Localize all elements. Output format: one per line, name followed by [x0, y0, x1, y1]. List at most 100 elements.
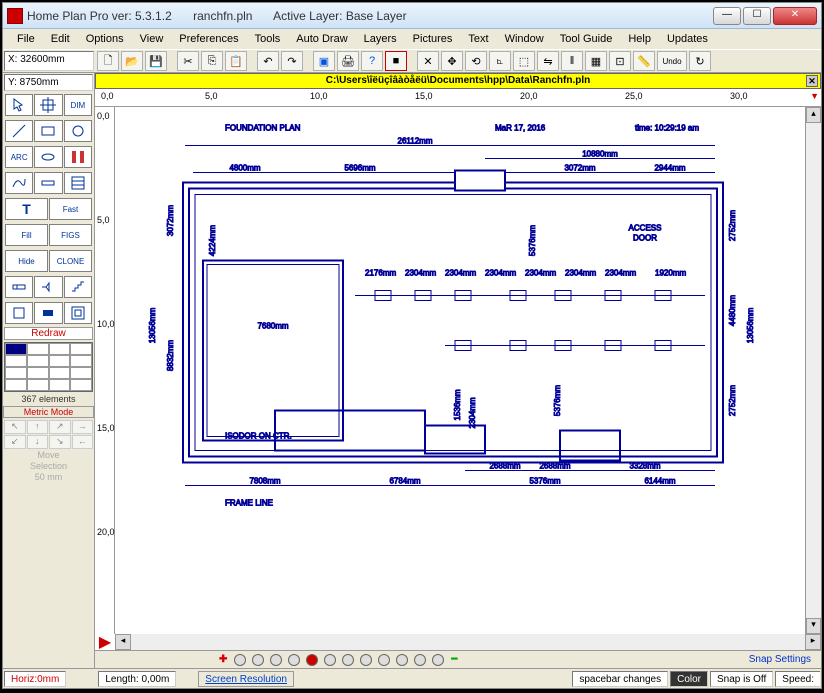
- tool-window[interactable]: [34, 276, 62, 298]
- tool-stairs[interactable]: [64, 276, 92, 298]
- tool-print[interactable]: 🖨: [337, 51, 359, 71]
- tool-misc3[interactable]: [64, 302, 92, 324]
- move-w[interactable]: ←: [72, 435, 94, 449]
- opt1[interactable]: [234, 654, 246, 666]
- menu-layers[interactable]: Layers: [356, 31, 405, 47]
- menu-updates[interactable]: Updates: [659, 31, 716, 47]
- tool-misc2[interactable]: [34, 302, 62, 324]
- tool-rotate[interactable]: ⟲: [465, 51, 487, 71]
- redraw-button[interactable]: Redraw: [4, 327, 93, 340]
- filebar-close[interactable]: ✕: [806, 75, 818, 87]
- tool-angle[interactable]: ⦜: [489, 51, 511, 71]
- tool-align[interactable]: ‖: [561, 51, 583, 71]
- menu-text[interactable]: Text: [460, 31, 496, 47]
- status-color[interactable]: Color: [670, 671, 708, 687]
- tool-line[interactable]: [5, 120, 33, 142]
- scroll-up[interactable]: ▴: [806, 107, 821, 123]
- scroll-left[interactable]: ◂: [115, 634, 131, 650]
- move-se[interactable]: ↘: [49, 435, 71, 449]
- status-screen[interactable]: Screen Resolution: [198, 671, 294, 687]
- tool-rect[interactable]: [34, 120, 62, 142]
- tool-undo[interactable]: ↶: [257, 51, 279, 71]
- tool-dim[interactable]: DIM: [64, 94, 92, 116]
- dec-button[interactable]: ━: [451, 654, 457, 665]
- tool-pointer[interactable]: [5, 94, 33, 116]
- menu-pictures[interactable]: Pictures: [405, 31, 461, 47]
- opt3[interactable]: [270, 654, 282, 666]
- tool-grid[interactable]: ▦: [585, 51, 607, 71]
- tool-help[interactable]: ?: [361, 51, 383, 71]
- opt5[interactable]: [306, 654, 318, 666]
- move-s[interactable]: ↓: [27, 435, 49, 449]
- tool-view[interactable]: ▣: [313, 51, 335, 71]
- move-e[interactable]: →: [72, 420, 94, 434]
- tool-target[interactable]: [34, 94, 62, 116]
- move-sw[interactable]: ↙: [4, 435, 26, 449]
- tool-door[interactable]: [5, 276, 33, 298]
- tool-misc1[interactable]: [5, 302, 33, 324]
- tool-copy[interactable]: ⎘: [201, 51, 223, 71]
- tool-arc[interactable]: ARC: [5, 146, 33, 168]
- tool-ellipse[interactable]: [34, 146, 62, 168]
- tool-text-big[interactable]: T: [5, 198, 48, 220]
- close-button[interactable]: ✕: [773, 7, 817, 25]
- opt2[interactable]: [252, 654, 264, 666]
- tool-open[interactable]: 📂: [121, 51, 143, 71]
- tool-snap[interactable]: ⊡: [609, 51, 631, 71]
- tool-curve[interactable]: [5, 172, 33, 194]
- tool-figs[interactable]: FIGS: [49, 224, 92, 246]
- menu-file[interactable]: File: [9, 31, 43, 47]
- tool-text-fast[interactable]: Fast: [49, 198, 92, 220]
- tool-cut[interactable]: ✂: [177, 51, 199, 71]
- tool-undo-label[interactable]: Undo: [657, 51, 687, 71]
- menu-toolguide[interactable]: Tool Guide: [552, 31, 621, 47]
- tool-redo[interactable]: ↷: [281, 51, 303, 71]
- opt6[interactable]: [324, 654, 336, 666]
- scrollbar-vertical[interactable]: ▴ ▾: [805, 107, 821, 634]
- tool-circle[interactable]: [64, 120, 92, 142]
- tool-fill[interactable]: Fill: [5, 224, 48, 246]
- tool-delete[interactable]: ✕: [417, 51, 439, 71]
- tool-paste[interactable]: 📋: [225, 51, 247, 71]
- maximize-button[interactable]: ☐: [743, 7, 771, 25]
- tool-select[interactable]: ⬚: [513, 51, 535, 71]
- menu-view[interactable]: View: [132, 31, 172, 47]
- tool-redo2[interactable]: ↻: [689, 51, 711, 71]
- move-n[interactable]: ↑: [27, 420, 49, 434]
- move-nw[interactable]: ↖: [4, 420, 26, 434]
- opt10[interactable]: [396, 654, 408, 666]
- opt7[interactable]: [342, 654, 354, 666]
- color-palette[interactable]: [4, 342, 93, 392]
- tool-hatch[interactable]: [64, 172, 92, 194]
- tool-stop[interactable]: ■: [385, 51, 407, 71]
- scroll-right[interactable]: ▸: [805, 634, 821, 650]
- opt8[interactable]: [360, 654, 372, 666]
- scrollbar-horizontal[interactable]: [131, 634, 805, 650]
- tool-pattern[interactable]: [64, 146, 92, 168]
- move-ne[interactable]: ↗: [49, 420, 71, 434]
- minimize-button[interactable]: —: [713, 7, 741, 25]
- snap-settings-link[interactable]: Snap Settings: [749, 654, 811, 665]
- tool-clone[interactable]: CLONE: [49, 250, 92, 272]
- menu-preferences[interactable]: Preferences: [171, 31, 246, 47]
- tool-move[interactable]: ✥: [441, 51, 463, 71]
- tool-new[interactable]: 🗋: [97, 51, 119, 71]
- tool-measure[interactable]: 📏: [633, 51, 655, 71]
- tool-wall[interactable]: [34, 172, 62, 194]
- menu-autodraw[interactable]: Auto Draw: [288, 31, 355, 47]
- menu-window[interactable]: Window: [497, 31, 552, 47]
- tool-save[interactable]: 💾: [145, 51, 167, 71]
- inc-button[interactable]: ✚: [219, 654, 227, 665]
- opt12[interactable]: [432, 654, 444, 666]
- tool-mirror[interactable]: ⇋: [537, 51, 559, 71]
- tool-hide[interactable]: Hide: [5, 250, 48, 272]
- menu-tools[interactable]: Tools: [247, 31, 289, 47]
- menu-options[interactable]: Options: [78, 31, 132, 47]
- drawing-canvas[interactable]: FOUNDATION PLAN MaR 17, 2016 time: 10:29…: [115, 107, 805, 634]
- opt11[interactable]: [414, 654, 426, 666]
- menu-edit[interactable]: Edit: [43, 31, 78, 47]
- opt9[interactable]: [378, 654, 390, 666]
- opt4[interactable]: [288, 654, 300, 666]
- menu-help[interactable]: Help: [620, 31, 659, 47]
- scroll-down[interactable]: ▾: [806, 618, 821, 634]
